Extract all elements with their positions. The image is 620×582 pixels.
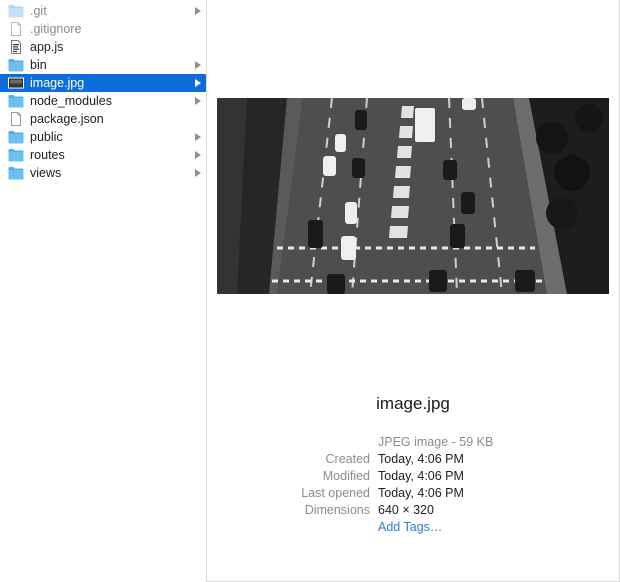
file-list-column[interactable]: .git .gitignore app.js bin image.jpg nod… [0,0,207,582]
list-item-git[interactable]: .git [0,2,206,20]
info-row-modified: Modified Today, 4:06 PM [206,469,620,486]
list-item-label: public [30,130,63,144]
folder-icon [8,94,24,108]
info-key: Created [325,452,370,466]
list-item-label: node_modules [30,94,113,108]
list-item-label: app.js [30,40,64,54]
image-preview [217,98,609,294]
info-key: Dimensions [304,503,370,517]
info-value: Today, 4:06 PM [378,486,464,500]
info-row-dimensions: Dimensions 640 × 320 [206,503,620,520]
info-row-last-opened: Last opened Today, 4:06 PM [206,486,620,503]
chevron-right-icon [193,95,203,107]
chevron-right-icon [193,131,203,143]
list-item-gitignore[interactable]: .gitignore [0,20,206,38]
chevron-right-icon [193,5,203,17]
list-item-package-json[interactable]: package.json [0,110,206,128]
list-item-label: views [30,166,62,180]
list-item-public[interactable]: public [0,128,206,146]
info-value: Today, 4:06 PM [378,452,464,466]
info-value: Today, 4:06 PM [378,469,464,483]
list-item-node-modules[interactable]: node_modules [0,92,206,110]
list-item-app-js[interactable]: app.js [0,38,206,56]
folder-icon [8,166,24,180]
add-tags-link[interactable]: Add Tags… [378,520,442,534]
info-key: Last opened [301,486,370,500]
folder-icon [8,58,24,72]
info-key: Modified [322,469,370,483]
image-file-icon [8,76,24,90]
folder-icon [8,4,24,18]
list-item-views[interactable]: views [0,164,206,182]
info-row-created: Created Today, 4:06 PM [206,452,620,469]
street-traffic-photo-icon [217,98,609,294]
folder-icon [8,148,24,162]
list-item-label: .git [30,4,47,18]
add-tags-row: Add Tags… [206,520,620,537]
list-item-label: image.jpg [30,76,85,90]
script-file-icon [8,40,24,54]
chevron-right-icon [193,149,203,161]
chevron-right-icon [193,167,203,179]
list-item-label: bin [30,58,47,72]
file-title: image.jpg [376,394,450,413]
finder-window: .git .gitignore app.js bin image.jpg nod… [0,0,620,582]
file-kind-row: JPEG image - 59 KB [206,435,620,452]
list-item-bin[interactable]: bin [0,56,206,74]
list-item-routes[interactable]: routes [0,146,206,164]
blank-file-icon [8,22,24,36]
file-kind: JPEG image - 59 KB [378,435,494,449]
list-item-label: .gitignore [30,22,82,36]
chevron-right-icon [193,59,203,71]
chevron-right-icon [193,77,203,89]
list-item-label: routes [30,148,65,162]
blank-file-icon [8,112,24,126]
info-value: 640 × 320 [378,503,434,517]
list-item-image-jpg[interactable]: image.jpg [0,74,206,92]
folder-icon [8,130,24,144]
list-item-label: package.json [30,112,104,126]
